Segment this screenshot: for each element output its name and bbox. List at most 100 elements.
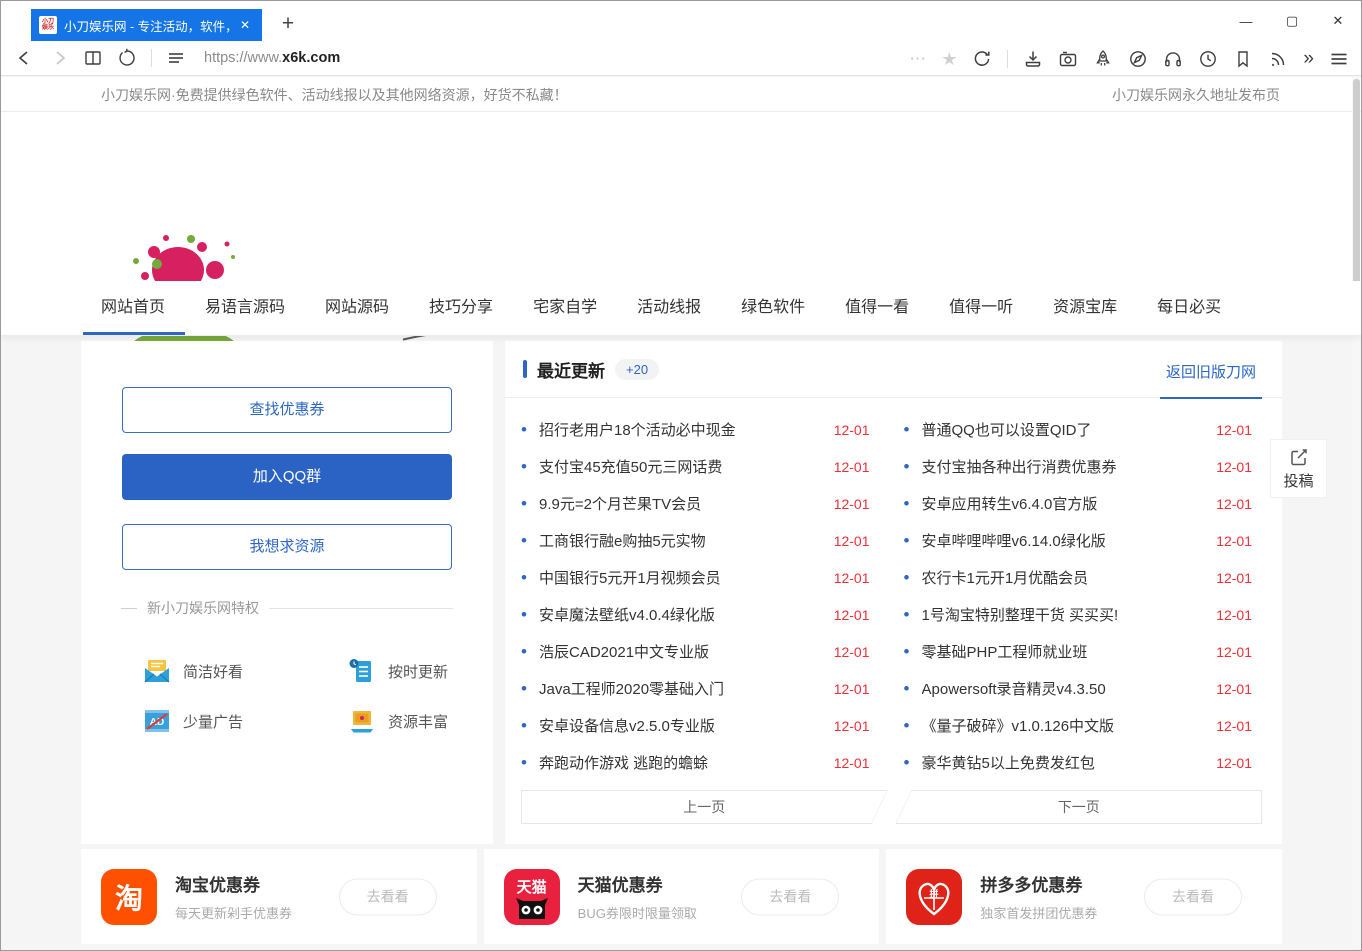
nav-item-worth-watching[interactable]: 值得一看 [845, 281, 909, 335]
nav-item-daily-buy[interactable]: 每日必买 [1157, 281, 1221, 335]
bullet-icon: • [904, 494, 922, 514]
update-item[interactable]: •浩辰CAD2021中文专业版12-01 [521, 633, 870, 670]
nav-item-yuyan-source[interactable]: 易语言源码 [205, 281, 285, 335]
address-bar[interactable]: https://www.x6k.com [204, 50, 340, 66]
nav-item-tips[interactable]: 技巧分享 [429, 281, 493, 335]
update-item[interactable]: •安卓哔哩哔哩v6.14.0绿化版12-01 [904, 522, 1253, 559]
nav-item-resource-treasury[interactable]: 资源宝库 [1053, 281, 1117, 335]
rss-feed-icon[interactable] [1268, 49, 1288, 69]
update-link[interactable]: Apowersoft录音精灵v4.3.50 [922, 678, 1209, 699]
update-link[interactable]: 安卓哔哩哔哩v6.14.0绿化版 [922, 530, 1209, 551]
listen-headphones-icon[interactable] [1163, 49, 1183, 69]
update-link[interactable]: 普通QQ也可以设置QID了 [922, 419, 1209, 440]
update-item[interactable]: •支付宝45充值50元三网话费12-01 [521, 448, 870, 485]
favorite-star-icon[interactable]: ★ [941, 49, 957, 69]
nav-item-site-source[interactable]: 网站源码 [325, 281, 389, 335]
toolbar-separator-2 [1007, 50, 1008, 68]
update-item[interactable]: •安卓应用转生v6.4.0官方版12-01 [904, 485, 1253, 522]
bullet-icon: • [521, 531, 539, 551]
next-page-button[interactable]: 下一页 [896, 790, 1263, 824]
update-item[interactable]: •Java工程师2020零基础入门12-01 [521, 670, 870, 707]
go-see-button[interactable]: 去看看 [741, 878, 839, 915]
updates-column-left: •招行老用户18个活动必中现金12-01 •支付宝45充值50元三网话费12-0… [521, 411, 870, 781]
close-button[interactable]: ✕ [1315, 1, 1361, 41]
overflow-icon[interactable]: » [1303, 49, 1314, 69]
boost-rocket-icon[interactable] [1093, 49, 1113, 69]
maximize-button[interactable]: ▢ [1269, 1, 1315, 41]
update-link[interactable]: 安卓魔法壁纸v4.0.4绿化版 [539, 604, 826, 625]
refresh-icon[interactable] [972, 49, 992, 69]
nav-item-home[interactable]: 网站首页 [101, 281, 165, 335]
prev-page-button[interactable]: 上一页 [521, 790, 888, 824]
update-link[interactable]: 农行卡1元开1月优酷会员 [922, 567, 1209, 588]
screenshot-camera-icon[interactable] [1058, 49, 1078, 69]
update-item[interactable]: •《量子破碎》v1.0.126中文版12-01 [904, 707, 1253, 744]
update-item[interactable]: •1号淘宝特别整理干货 买买买!12-01 [904, 596, 1253, 633]
find-coupons-button[interactable]: 查找优惠券 [122, 387, 452, 433]
go-see-button[interactable]: 去看看 [1144, 878, 1242, 915]
nav-item-worth-listening[interactable]: 值得一听 [949, 281, 1013, 335]
update-link[interactable]: 安卓应用转生v6.4.0官方版 [922, 493, 1209, 514]
update-item[interactable]: •奔跑动作游戏 逃跑的蟾蜍12-01 [521, 744, 870, 781]
nav-item-self-study[interactable]: 宅家自学 [533, 281, 597, 335]
update-item[interactable]: •9.9元=2个月芒果TV会员12-01 [521, 485, 870, 522]
update-item[interactable]: •农行卡1元开1月优酷会员 12-01 [904, 559, 1253, 596]
update-item[interactable]: •中国银行5元开1月视频会员12-01 [521, 559, 870, 596]
update-item[interactable]: •普通QQ也可以设置QID了12-01 [904, 411, 1253, 448]
reader-list-icon[interactable] [166, 48, 186, 68]
bullet-icon: • [904, 716, 922, 736]
tab-close-icon[interactable]: ✕ [236, 18, 254, 32]
compass-icon[interactable] [1128, 49, 1148, 69]
update-link[interactable]: 《量子破碎》v1.0.126中文版 [922, 715, 1209, 736]
update-link[interactable]: 9.9元=2个月芒果TV会员 [539, 493, 826, 514]
download-icon[interactable] [1023, 49, 1043, 69]
pinduoduo-coupon-card[interactable]: 拼 拼多多优惠券 独家首发拼团优惠券 去看看 [886, 849, 1282, 944]
update-item[interactable]: •工商银行融e购抽5元实物12-01 [521, 522, 870, 559]
update-link[interactable]: 中国银行5元开1月视频会员 [539, 567, 826, 588]
update-link[interactable]: 支付宝抽各种出行消费优惠券 [922, 456, 1209, 477]
update-item[interactable]: •安卓设备信息v2.5.0专业版12-01 [521, 707, 870, 744]
update-item[interactable]: •安卓魔法壁纸v4.0.4绿化版12-01 [521, 596, 870, 633]
coupon-section: 淘 淘宝优惠券 每天更新剁手优惠券 去看看 天猫 天猫优惠券 BUG券限时限量领… [81, 849, 1282, 944]
update-link[interactable]: 零基础PHP工程师就业班 [922, 641, 1209, 662]
update-item[interactable]: •支付宝抽各种出行消费优惠券12-01 [904, 448, 1253, 485]
update-link[interactable]: 安卓设备信息v2.5.0专业版 [539, 715, 826, 736]
update-link[interactable]: Java工程师2020零基础入门 [539, 678, 826, 699]
tmall-coupon-card[interactable]: 天猫 天猫优惠券 BUG券限时限量领取 去看看 [484, 849, 880, 944]
permanent-address-link[interactable]: 小刀娱乐网永久地址发布页 [1112, 85, 1280, 105]
old-version-link[interactable]: 返回旧版刀网 [1160, 361, 1262, 399]
back-icon[interactable] [15, 48, 35, 68]
recent-clock-icon[interactable] [1198, 49, 1218, 69]
history-icon[interactable] [117, 48, 137, 68]
forward-icon[interactable] [49, 48, 69, 68]
update-item[interactable]: •豪华黄钻5以上免费发红包12-01 [904, 744, 1253, 781]
browser-tab[interactable]: 小刀娱乐 小刀娱乐网 - 专注活动，软件，教程 ✕ [31, 9, 262, 41]
update-link[interactable]: 1号淘宝特别整理干货 买买买! [922, 604, 1209, 625]
update-date: 12-01 [1216, 570, 1252, 586]
reading-mode-icon[interactable] [83, 48, 103, 68]
request-resource-button[interactable]: 我想求资源 [122, 524, 452, 570]
bullet-icon: • [521, 568, 539, 588]
bullet-icon: • [521, 753, 539, 773]
update-link[interactable]: 奔跑动作游戏 逃跑的蟾蜍 [539, 752, 826, 773]
join-qq-group-button[interactable]: 加入QQ群 [122, 454, 452, 500]
bookmark-icon[interactable] [1233, 49, 1253, 69]
update-link[interactable]: 招行老用户18个活动必中现金 [539, 419, 826, 440]
minimize-button[interactable]: — [1223, 1, 1269, 41]
bullet-icon: • [904, 568, 922, 588]
menu-icon[interactable] [1329, 49, 1349, 69]
update-link[interactable]: 浩辰CAD2021中文专业版 [539, 641, 826, 662]
go-see-button[interactable]: 去看看 [339, 878, 437, 915]
update-item[interactable]: •Apowersoft录音精灵v4.3.5012-01 [904, 670, 1253, 707]
taobao-coupon-card[interactable]: 淘 淘宝优惠券 每天更新剁手优惠券 去看看 [81, 849, 477, 944]
update-link[interactable]: 豪华黄钻5以上免费发红包 [922, 752, 1209, 773]
submit-post-button[interactable]: 投稿 [1270, 439, 1327, 498]
new-tab-button[interactable]: + [273, 9, 303, 41]
more-dots-icon[interactable]: ⋯ [909, 49, 926, 69]
nav-item-activities[interactable]: 活动线报 [637, 281, 701, 335]
update-link[interactable]: 支付宝45充值50元三网话费 [539, 456, 826, 477]
update-item[interactable]: •招行老用户18个活动必中现金12-01 [521, 411, 870, 448]
nav-item-green-software[interactable]: 绿色软件 [741, 281, 805, 335]
update-item[interactable]: •零基础PHP工程师就业班12-01 [904, 633, 1253, 670]
update-link[interactable]: 工商银行融e购抽5元实物 [539, 530, 826, 551]
